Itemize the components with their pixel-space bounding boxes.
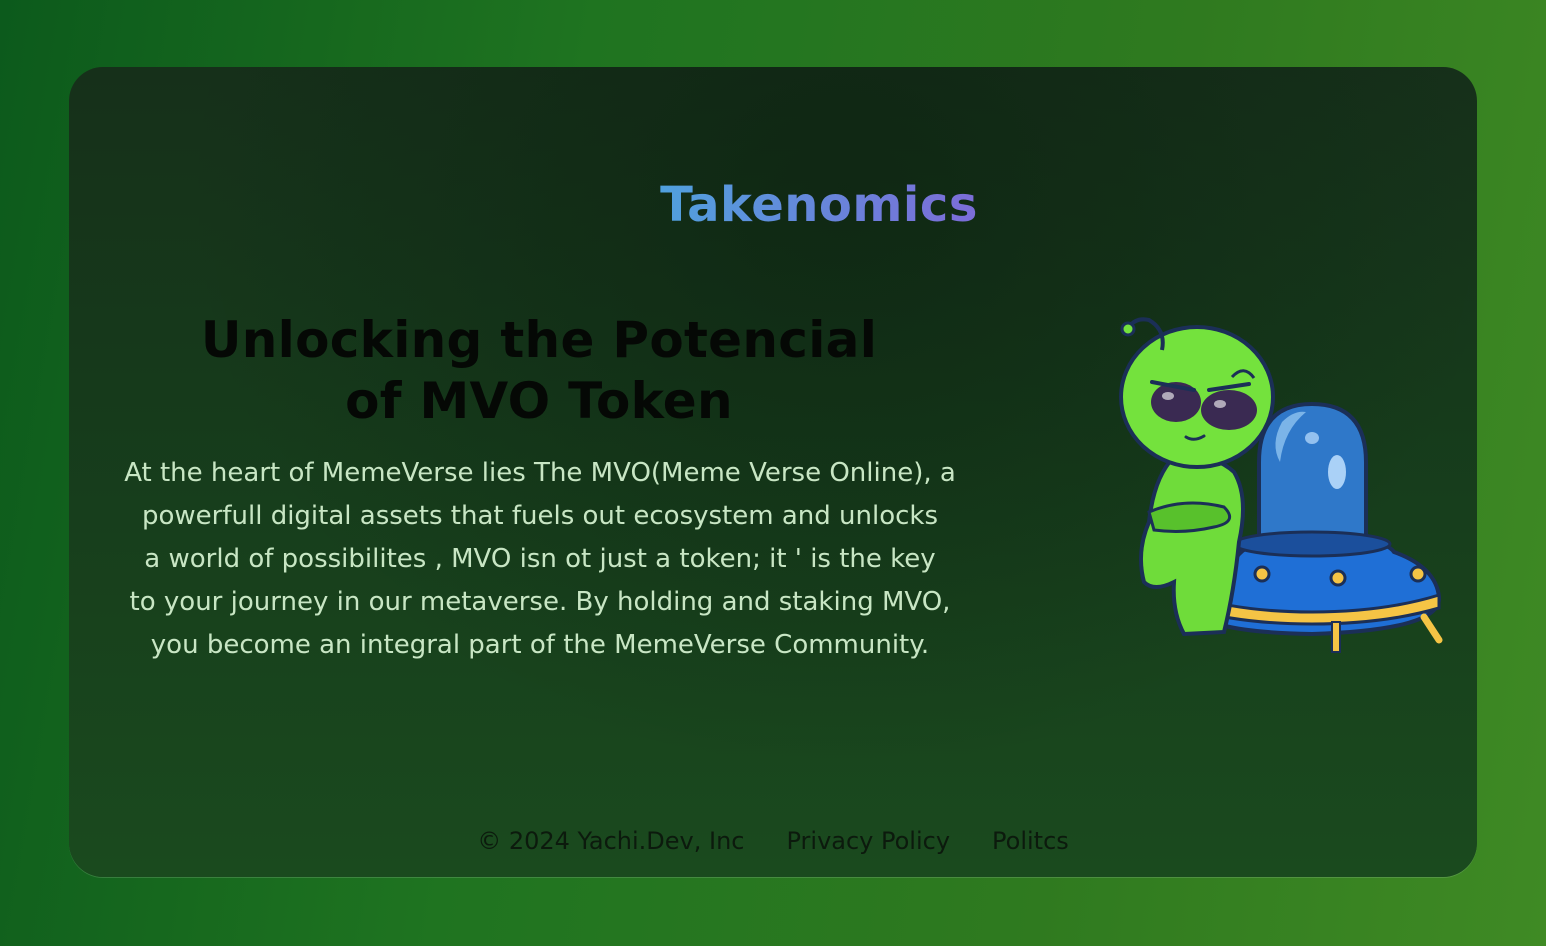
hero-description-line: to your journey in our metaverse. By hol…: [129, 587, 951, 617]
footer: © 2024 Yachi.Dev, Inc Privacy Policy Pol…: [69, 827, 1477, 855]
hero-description-line: a world of possibilites , MVO isn ot jus…: [144, 544, 936, 574]
hero-headline-line: Unlocking the Potencial: [200, 311, 878, 369]
section-title: Takenomics: [115, 177, 1477, 233]
hero-description-line: you become an integral part of the MemeV…: [150, 630, 930, 660]
hero-headline-line: of MVO Token: [345, 372, 733, 430]
hero-description-line: At the heart of MemeVerse lies The MVO(M…: [124, 458, 956, 488]
hero-description-line: powerfull digital assets that fuels out …: [142, 501, 938, 531]
tokenomics-card: Takenomics Unlocking the Potencial of MV…: [69, 67, 1477, 877]
politics-link[interactable]: Politcs: [992, 827, 1069, 855]
copyright-text: © 2024 Yachi.Dev, Inc: [477, 827, 745, 855]
hero-description: At the heart of MemeVerse lies The MVO(M…: [109, 452, 971, 667]
hero-headline: Unlocking the Potencial of MVO Token: [109, 310, 969, 432]
privacy-policy-link[interactable]: Privacy Policy: [786, 827, 950, 855]
alien-with-ufo-icon: [1119, 317, 1443, 653]
